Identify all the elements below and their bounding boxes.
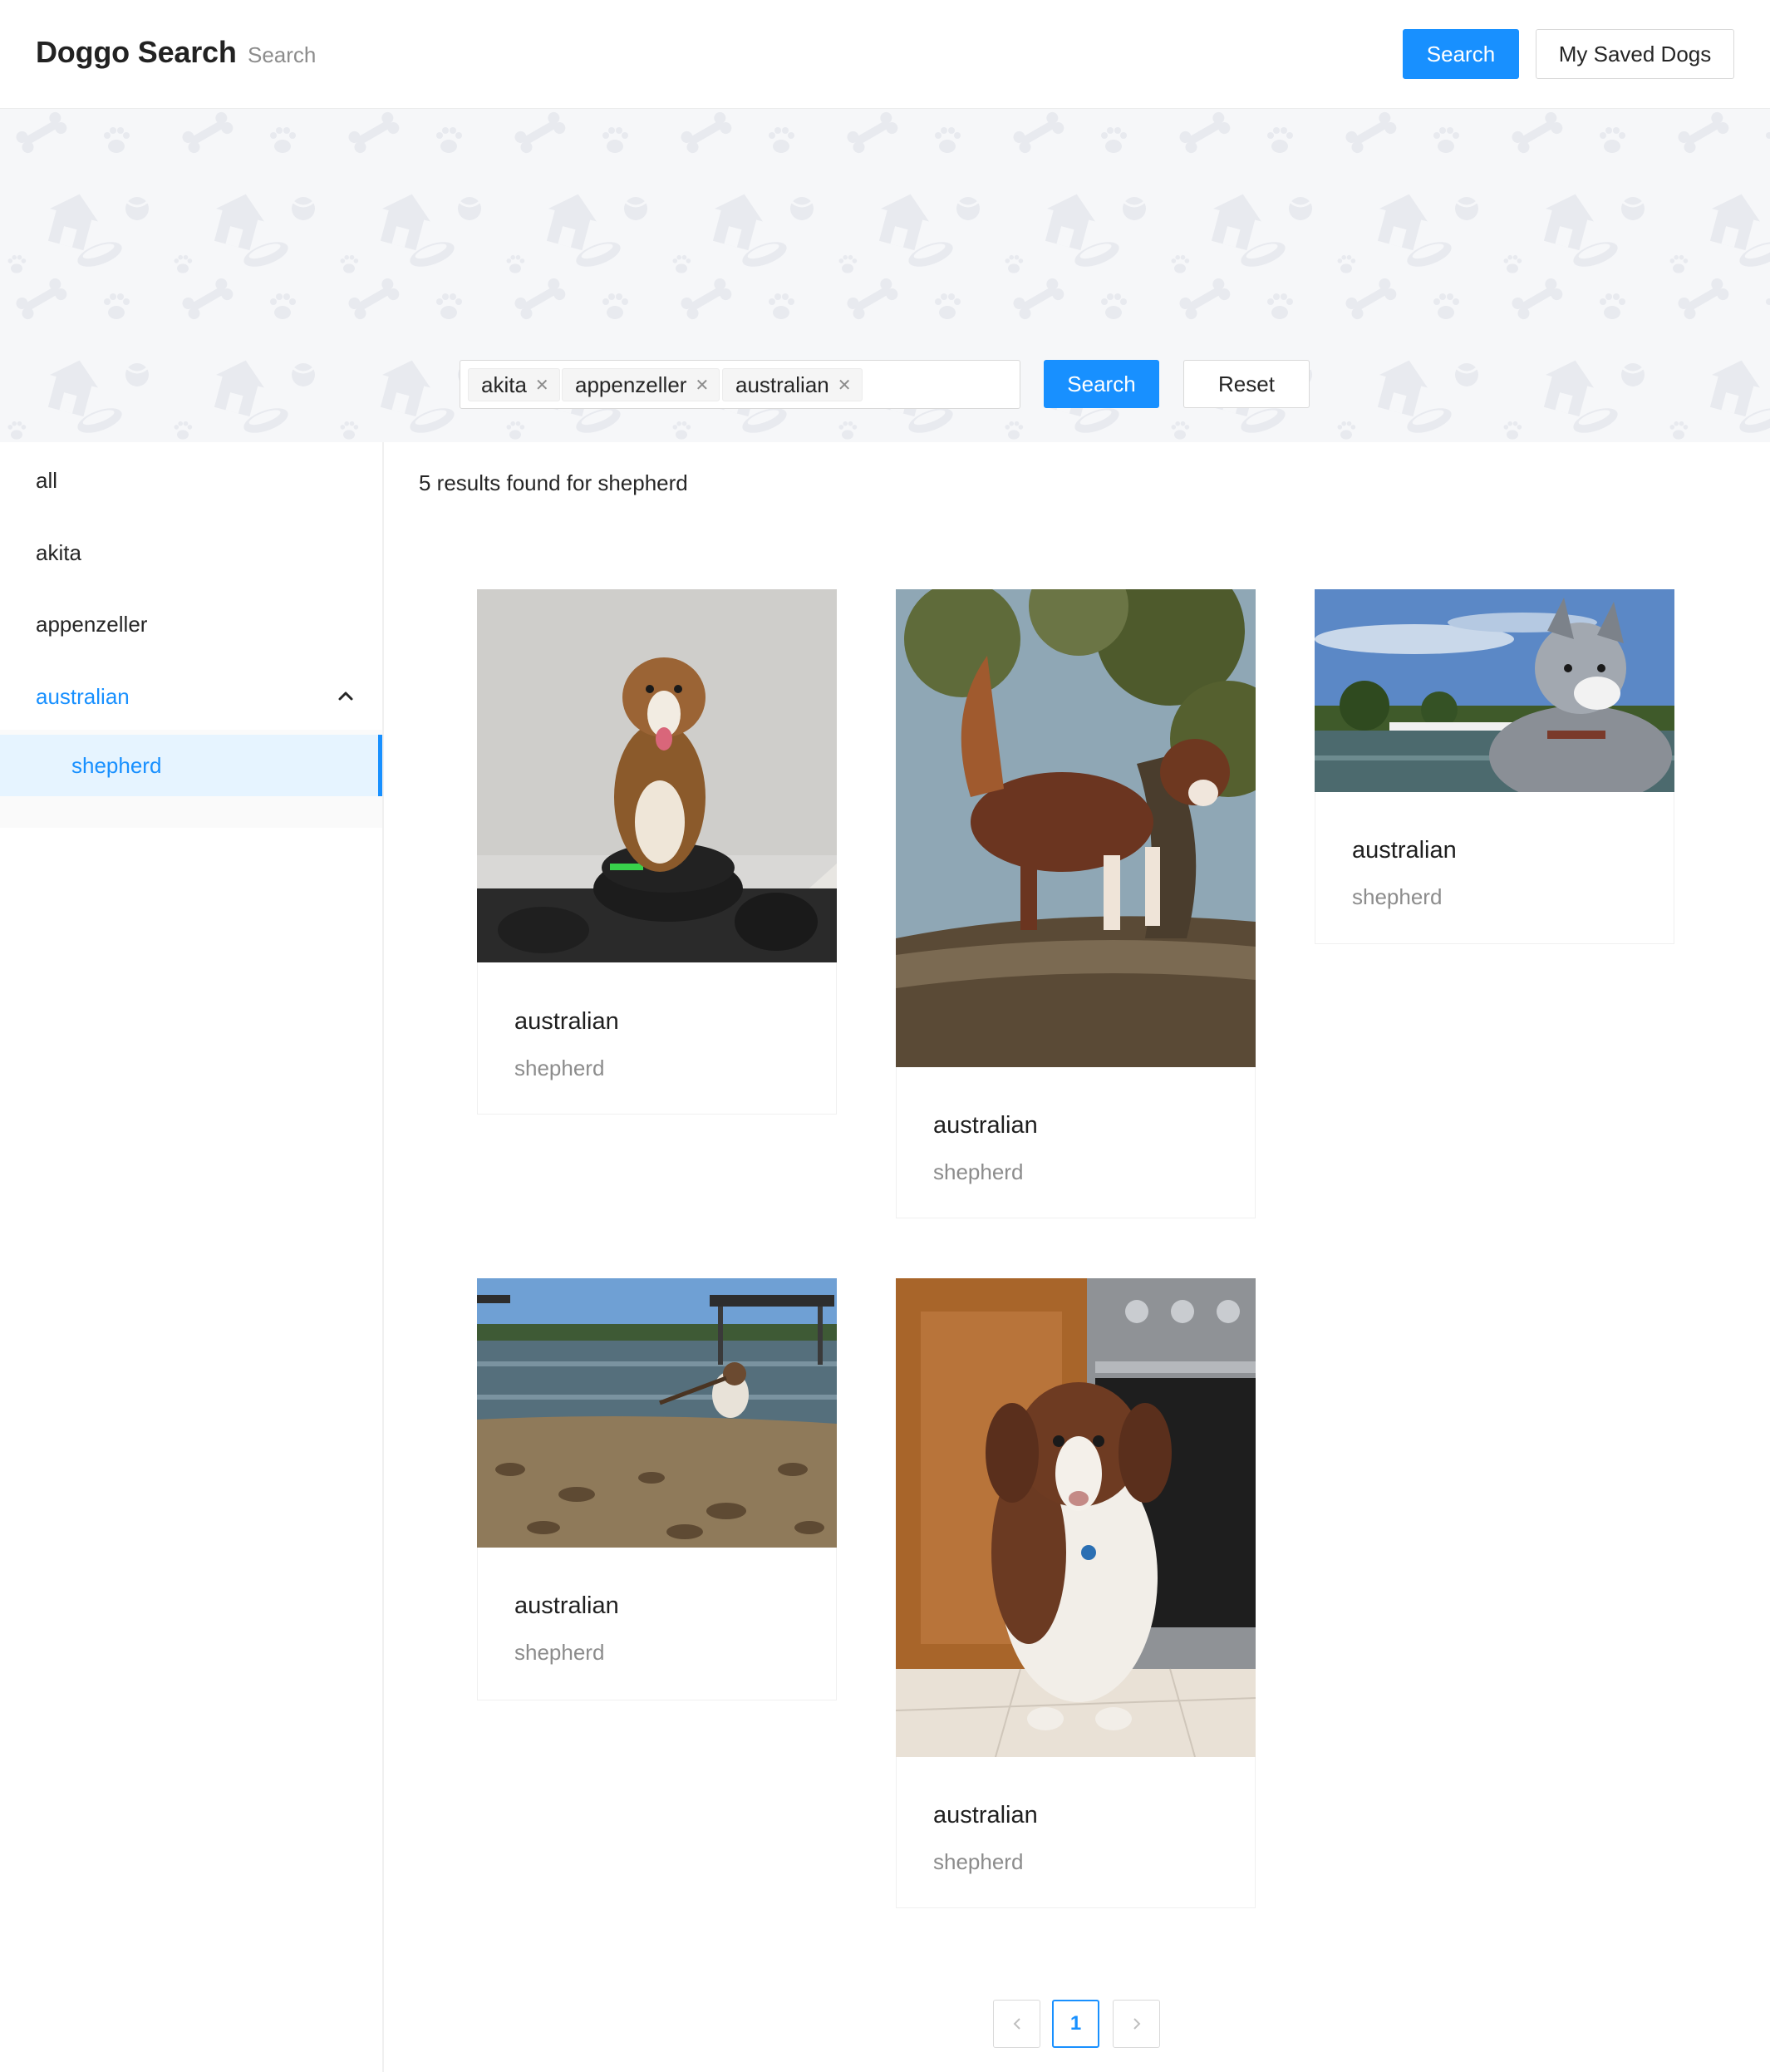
card-meta: australian shepherd xyxy=(514,1592,619,1666)
sidebar-item-akita[interactable]: akita xyxy=(0,523,382,583)
search-banner: akita ✕ appenzeller ✕ australian ✕ Searc… xyxy=(0,109,1770,442)
card-description: shepherd xyxy=(514,1056,605,1080)
card-title: australian xyxy=(933,1112,1038,1139)
dog-photo xyxy=(896,1278,1256,1757)
header-search-button[interactable]: Search xyxy=(1403,29,1519,79)
dog-card[interactable]: australian shepherd xyxy=(477,1278,837,1700)
dog-card[interactable]: australian shepherd xyxy=(1315,589,1674,944)
tag-label: appenzeller xyxy=(575,372,687,397)
app-title: Doggo Search xyxy=(36,35,237,69)
sidebar-item-label: appenzeller xyxy=(36,611,148,637)
card-title: australian xyxy=(514,1008,619,1035)
card-meta: australian shepherd xyxy=(933,1802,1038,1875)
app-subtitle: Search xyxy=(248,42,317,67)
sidebar-item-appenzeller[interactable]: appenzeller xyxy=(0,594,382,654)
card-title: australian xyxy=(1352,837,1457,864)
chevron-right-icon xyxy=(1133,2018,1140,2030)
sidebar-item-australian[interactable]: australian xyxy=(0,667,382,726)
tag-appenzeller: appenzeller ✕ xyxy=(562,368,720,401)
sidebar-item-all[interactable]: all xyxy=(0,450,382,510)
card-meta: australian shepherd xyxy=(933,1112,1038,1185)
sidebar-item-label: akita xyxy=(36,539,81,565)
pagination-prev-button[interactable] xyxy=(993,2000,1040,2048)
dog-photo xyxy=(1315,589,1674,792)
card-title: australian xyxy=(933,1802,1038,1828)
card-description: shepherd xyxy=(1352,884,1443,909)
results-summary: 5 results found for shepherd xyxy=(419,470,688,495)
reset-button[interactable]: Reset xyxy=(1183,360,1310,408)
breed-tag-select[interactable]: akita ✕ appenzeller ✕ australian ✕ xyxy=(460,360,1020,409)
chevron-up-icon xyxy=(338,691,353,701)
dog-photo xyxy=(477,589,837,962)
search-button[interactable]: Search xyxy=(1044,360,1159,408)
dog-photo xyxy=(477,1278,837,1548)
dog-card[interactable]: australian shepherd xyxy=(896,1278,1256,1908)
close-icon[interactable]: ✕ xyxy=(838,375,852,396)
my-saved-dogs-button[interactable]: My Saved Dogs xyxy=(1536,29,1734,79)
pagination-page-1[interactable]: 1 xyxy=(1052,2000,1099,2048)
card-description: shepherd xyxy=(933,1849,1024,1874)
app-header: Doggo Search Search Search My Saved Dogs xyxy=(0,0,1770,109)
sidebar-subitem-shepherd[interactable]: shepherd xyxy=(0,735,382,796)
tag-label: australian xyxy=(735,372,829,397)
tag-australian: australian ✕ xyxy=(722,368,863,401)
chevron-left-icon xyxy=(1013,2018,1020,2030)
pagination-next-button[interactable] xyxy=(1113,2000,1160,2048)
tag-akita: akita ✕ xyxy=(468,368,560,401)
sidebar-item-label: all xyxy=(36,467,58,493)
dog-card[interactable]: australian shepherd xyxy=(896,589,1256,1218)
card-meta: australian shepherd xyxy=(1352,837,1457,910)
breed-sidebar-menu: all akita appenzeller australian shepher… xyxy=(0,442,384,2072)
card-meta: australian shepherd xyxy=(514,1008,619,1081)
sidebar-item-label: shepherd xyxy=(71,752,162,778)
card-description: shepherd xyxy=(933,1159,1024,1184)
dog-card[interactable]: australian shepherd xyxy=(477,589,837,1115)
dog-photo xyxy=(896,589,1256,1067)
close-icon[interactable]: ✕ xyxy=(535,375,549,396)
card-title: australian xyxy=(514,1592,619,1619)
tag-label: akita xyxy=(481,372,527,397)
close-icon[interactable]: ✕ xyxy=(695,375,709,396)
card-description: shepherd xyxy=(514,1640,605,1665)
sidebar-item-label: australian xyxy=(36,683,130,709)
